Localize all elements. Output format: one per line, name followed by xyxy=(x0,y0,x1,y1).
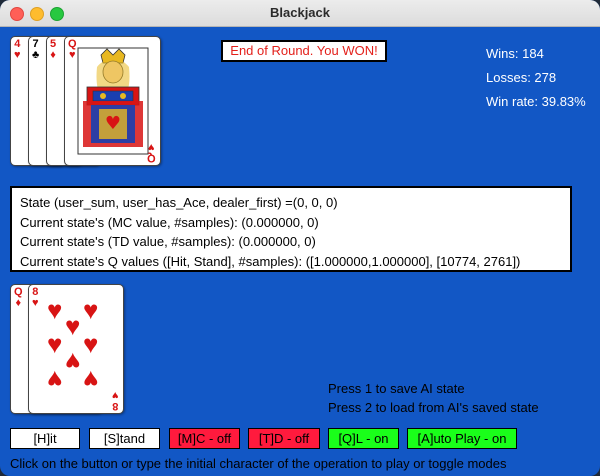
heart-suit-icon: ♥ xyxy=(69,49,76,61)
diamond-suit-icon: ♦ xyxy=(50,49,56,61)
win-rate-stat: Win rate: 39.83% xyxy=(486,94,586,109)
window-title: Blackjack xyxy=(270,5,330,20)
card-corner-bottom: 8 ♥ xyxy=(112,389,119,412)
card-corner-bottom: Q ♥ xyxy=(147,141,156,164)
heart-pip-icon: ♥ xyxy=(47,365,63,395)
heart-pip-icon: ♥ xyxy=(65,347,81,377)
load-ai-hint: Press 2 to load from AI's saved state xyxy=(328,400,539,415)
heart-pip-icon: ♥ xyxy=(83,295,99,325)
club-suit-icon: ♣ xyxy=(32,49,40,61)
heart-pip-icon: ♥ xyxy=(47,329,63,359)
q-values-line: Current state's Q values ([Hit, Stand], … xyxy=(20,253,521,269)
heart-pip-icon: ♥ xyxy=(83,329,99,359)
td-toggle-button[interactable]: [T]D - off xyxy=(248,428,320,449)
player-card-2-eight: 8 ♥ ♥ ♥ ♥ ♥ ♥ ♥ ♥ ♥ 8 ♥ xyxy=(28,284,124,414)
stand-button[interactable]: [S]tand xyxy=(89,428,160,449)
footer-hint: Click on the button or type the initial … xyxy=(10,456,507,471)
queen-face-art: ♥ xyxy=(77,47,149,155)
ql-toggle-button[interactable]: [Q]L - on xyxy=(328,428,399,449)
blackjack-window: Blackjack 4 ♥ 7 ♣ 5 ♦ Q ♥ ♥ Q ♥ End of R… xyxy=(0,0,600,476)
diamond-suit-icon: ♦ xyxy=(15,297,22,309)
heart-suit-icon: ♥ xyxy=(32,297,39,309)
wins-stat: Wins: 184 xyxy=(486,46,544,61)
heart-suit-icon: ♥ xyxy=(14,49,21,61)
mc-value-line: Current state's (MC value, #samples): (0… xyxy=(20,214,319,230)
heart-pip-icon: ♥ xyxy=(65,311,81,341)
round-result-message: End of Round. You WON! xyxy=(221,40,387,62)
save-ai-hint: Press 1 to save AI state xyxy=(328,381,465,396)
losses-stat: Losses: 278 xyxy=(486,70,557,85)
title-bar: Blackjack xyxy=(0,0,600,27)
td-value-line: Current state's (TD value, #samples): (0… xyxy=(20,234,316,249)
state-info-panel: State (user_sum, user_has_Ace, dealer_fi… xyxy=(10,186,572,272)
state-line: State (user_sum, user_has_Ace, dealer_fi… xyxy=(20,195,338,210)
mc-toggle-button[interactable]: [M]C - off xyxy=(169,428,240,449)
hit-button[interactable]: [H]it xyxy=(10,428,80,449)
dealer-card-4-queen: Q ♥ ♥ Q ♥ xyxy=(64,36,161,166)
heart-pip-icon: ♥ xyxy=(47,295,63,325)
auto-play-toggle-button[interactable]: [A]uto Play - on xyxy=(407,428,517,449)
svg-text:♥: ♥ xyxy=(105,113,121,134)
heart-pip-icon: ♥ xyxy=(83,365,99,395)
